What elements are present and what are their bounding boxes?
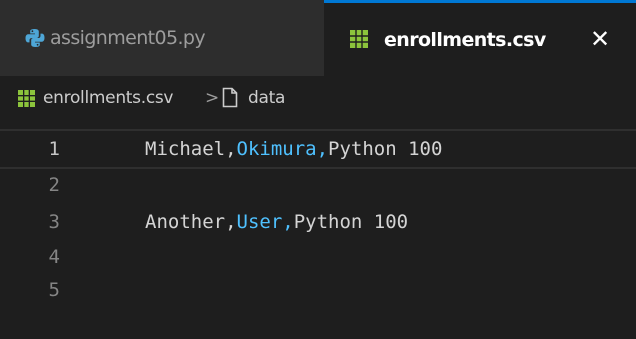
tab-bar: assignment05.py enrollments.csv ✕ [0, 0, 636, 76]
close-icon[interactable]: ✕ [586, 25, 614, 53]
line-text: Another,User,Python 100 [145, 202, 408, 242]
csv-icon [18, 90, 35, 107]
code-line[interactable]: 3 Another,User,Python 100 [0, 202, 636, 242]
breadcrumb-symbol[interactable]: data [248, 86, 285, 110]
line-number: 1 [48, 138, 60, 160]
tab-label: assignment05.py [50, 27, 206, 49]
csv-field: Michael, [145, 138, 237, 160]
csv-icon [350, 30, 368, 48]
csv-field: Python 100 [293, 211, 409, 233]
breadcrumb-file[interactable]: enrollments.csv [43, 86, 173, 110]
line-number: 2 [48, 174, 60, 196]
file-icon [222, 87, 238, 108]
tab-assignment05-py[interactable]: assignment05.py [0, 0, 324, 76]
tab-label: enrollments.csv [384, 28, 546, 51]
line-text: Michael,Okimura,Python 100 [145, 131, 442, 167]
csv-field: User, [236, 211, 294, 233]
breadcrumb-separator: > [205, 88, 219, 108]
code-line[interactable]: 1 Michael,Okimura,Python 100 [0, 129, 636, 169]
tab-enrollments-csv[interactable]: enrollments.csv ✕ [324, 0, 636, 76]
csv-field: Python 100 [328, 138, 443, 160]
code-line[interactable]: 2 [0, 165, 636, 205]
csv-field: Okimura, [236, 138, 329, 160]
csv-field: Another, [145, 211, 237, 233]
code-editor[interactable]: 1 Michael,Okimura,Python 100 2 3 Another… [0, 120, 636, 339]
editor-window: assignment05.py enrollments.csv ✕ enroll… [0, 0, 636, 339]
line-number: 5 [48, 279, 60, 301]
python-icon [25, 29, 45, 47]
line-number: 3 [48, 211, 60, 233]
code-line[interactable]: 5 [0, 270, 636, 310]
breadcrumb: enrollments.csv > data [0, 76, 636, 120]
